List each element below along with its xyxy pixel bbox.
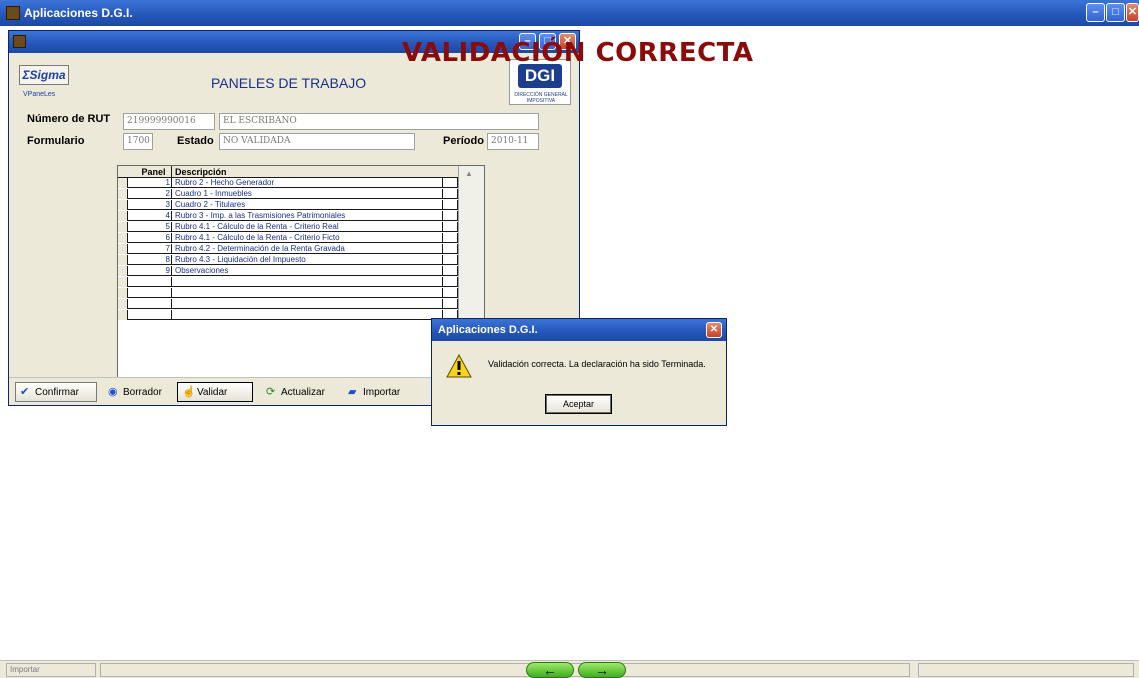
row-panel-number: 8: [136, 255, 172, 265]
status-left: Importar: [6, 663, 96, 677]
table-row[interactable]: [118, 277, 484, 287]
row-description: Rubro 3 - Imp. a las Trasmisiones Patrim…: [173, 211, 443, 221]
row-description: Rubro 4.2 - Determinación de la Renta Gr…: [173, 244, 443, 254]
app-titlebar: Aplicaciones D.G.I. – □ ✕: [0, 0, 1139, 26]
row-panel-number: [136, 299, 172, 309]
row-panel-number: 7: [136, 244, 172, 254]
row-description: [173, 299, 443, 309]
table-row[interactable]: 2 Cuadro 1 - Inmuebles: [118, 189, 484, 199]
table-row[interactable]: 6 Rubro 4.1 - Cálculo de la Renta - Crite…: [118, 233, 484, 243]
row-panel-number: 9: [136, 266, 172, 276]
column-header-description: Descripción: [175, 167, 227, 177]
row-description: [173, 288, 443, 298]
dialog-close-button[interactable]: ✕: [706, 322, 722, 338]
back-arrow-button[interactable]: ←: [526, 662, 574, 678]
forward-arrow-button[interactable]: →: [578, 662, 626, 678]
table-row[interactable]: 5 Rubro 4.1 - Cálculo de la Renta - Crite…: [118, 222, 484, 232]
status-right: [918, 663, 1134, 677]
table-row[interactable]: 8 Rubro 4.3 - Liquidación del Impuesto: [118, 255, 484, 265]
warning-icon: [446, 354, 472, 378]
validation-dialog: Aplicaciones D.G.I. ✕ Validación correct…: [431, 318, 727, 426]
rut-label: Número de RUT: [27, 113, 111, 125]
status-middle: [100, 663, 910, 677]
row-panel-number: 6: [136, 233, 172, 243]
close-button[interactable]: ✕: [1126, 3, 1139, 22]
row-description: [173, 310, 443, 320]
dialog-message: Validación correcta. La declaración ha s…: [488, 359, 706, 369]
row-description: Rubro 2 - Hecho Generador: [173, 178, 443, 188]
row-description: Rubro 4.3 - Liquidación del Impuesto: [173, 255, 443, 265]
aceptar-button[interactable]: Aceptar: [545, 394, 612, 414]
table-row[interactable]: 9 Observaciones: [118, 266, 484, 276]
table-row[interactable]: [118, 288, 484, 298]
row-panel-number: 5: [136, 222, 172, 232]
importar-button[interactable]: ▰ Importar: [343, 382, 421, 402]
panels-table: Panel Descripción 1 Rubro 2 - Hecho Gener…: [117, 165, 485, 397]
inner-app-icon: [13, 35, 26, 48]
actualizar-button[interactable]: ⟳ Actualizar: [261, 382, 333, 402]
estado-label: Estado: [177, 135, 214, 147]
row-panel-number: 1: [136, 178, 172, 188]
row-panel-number: [136, 310, 172, 320]
sigma-subtitle: VPaneLes: [23, 91, 56, 98]
actualizar-label: Actualizar: [281, 387, 325, 398]
refresh-icon: ⟳: [266, 386, 276, 398]
validar-button[interactable]: ☝Validar: [177, 382, 253, 402]
borrador-button[interactable]: ◉ Borrador: [103, 382, 173, 402]
name-field[interactable]: EL ESCRIBANO: [219, 113, 539, 130]
row-panel-number: 2: [136, 189, 172, 199]
periodo-field[interactable]: 2010-11: [487, 133, 539, 150]
thumbs-up-icon: ☝: [182, 386, 196, 398]
column-header-panel: Panel: [136, 166, 172, 178]
borrador-label: Borrador: [123, 387, 162, 398]
dialog-title: Aplicaciones D.G.I.: [432, 319, 726, 341]
row-description: Observaciones: [173, 266, 443, 276]
page-title: PANELES DE TRABAJO: [211, 75, 367, 91]
table-row[interactable]: 7 Rubro 4.2 - Determinación de la Renta G…: [118, 244, 484, 254]
table-row[interactable]: 1 Rubro 2 - Hecho Generador: [118, 178, 484, 188]
row-panel-number: [136, 277, 172, 287]
sigma-logo: ΣSigma: [19, 65, 69, 85]
confirmar-button[interactable]: ✔ Confirmar: [15, 382, 97, 402]
confirmar-label: Confirmar: [35, 387, 79, 398]
dgi-logo-caption: DIRECCIÓN GENERAL IMPOSITIVA: [514, 92, 568, 104]
table-header: Panel Descripción: [118, 166, 484, 178]
importar-label: Importar: [363, 387, 401, 398]
row-panel-number: [136, 288, 172, 298]
formulario-field[interactable]: 1700: [123, 133, 153, 150]
formulario-label: Formulario: [27, 135, 85, 147]
row-description: Cuadro 1 - Inmuebles: [173, 189, 443, 199]
table-row[interactable]: 3 Cuadro 2 - Titulares: [118, 200, 484, 210]
rut-field[interactable]: 219999990016: [123, 113, 215, 130]
app-icon: [6, 6, 20, 20]
table-row[interactable]: [118, 310, 484, 320]
row-description: [173, 277, 443, 287]
row-description: Cuadro 2 - Titulares: [173, 200, 443, 210]
app-title: Aplicaciones D.G.I.: [24, 6, 133, 20]
row-description: Rubro 4.1 - Cálculo de la Renta - Criter…: [173, 222, 443, 232]
row-panel-number: 3: [136, 200, 172, 210]
import-folder-icon: ▰: [348, 386, 357, 398]
minimize-button[interactable]: –: [1086, 3, 1105, 22]
row-description: Rubro 4.1 - Cálculo de la Renta - Criter…: [173, 233, 443, 243]
table-row[interactable]: 4 Rubro 3 - Imp. a las Trasmisiones Patri…: [118, 211, 484, 221]
save-draft-icon: ◉: [108, 386, 118, 398]
row-panel-number: 4: [136, 211, 172, 221]
table-row[interactable]: [118, 299, 484, 309]
scroll-up-icon[interactable]: ▲: [465, 169, 473, 178]
validar-label: Validar: [197, 387, 228, 398]
maximize-button[interactable]: □: [1106, 3, 1125, 22]
estado-field[interactable]: NO VALIDADA: [219, 133, 415, 150]
checkmark-icon: ✔: [20, 386, 30, 398]
validation-overlay-title: VALIDACIÓN CORRECTA: [402, 38, 754, 68]
periodo-label: Período: [443, 135, 484, 147]
